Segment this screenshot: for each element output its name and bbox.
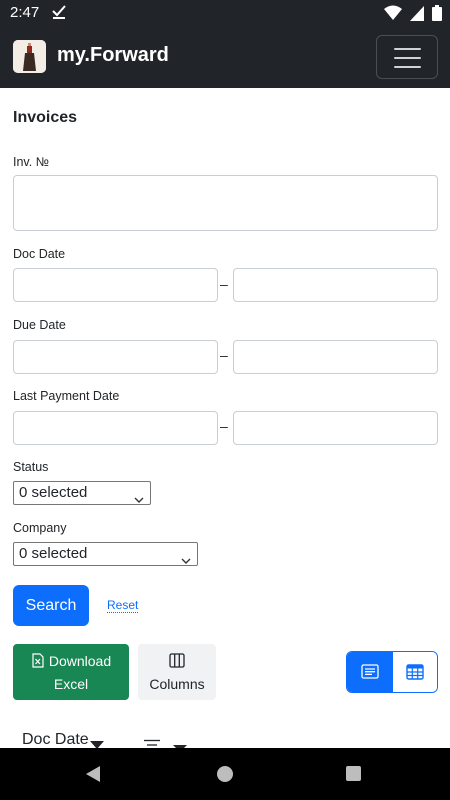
table-header-doc-date[interactable]: Doc Date: [22, 731, 89, 749]
download-excel-label-2: Excel: [53, 676, 89, 692]
status-time: 2:47: [10, 4, 40, 21]
page-title: Invoices: [13, 109, 78, 126]
columns-button[interactable]: Columns: [138, 644, 216, 700]
menu-toggle-button[interactable]: [376, 35, 438, 79]
last-payment-date-label: Last Payment Date: [13, 389, 120, 403]
chevron-down-icon: [181, 550, 191, 572]
company-select[interactable]: 0 selected: [13, 542, 198, 566]
status-bar: 2:47: [0, 0, 450, 28]
download-excel-button[interactable]: Download Excel: [13, 644, 129, 700]
company-select-value: 0 selected: [19, 545, 88, 562]
status-label: Status: [13, 460, 49, 474]
wifi-icon: [384, 5, 402, 25]
table-view-button[interactable]: [393, 652, 437, 692]
due-date-from-input[interactable]: [13, 340, 218, 374]
chevron-down-icon: [134, 489, 144, 511]
doc-date-label: Doc Date: [13, 247, 66, 261]
download-done-icon: [52, 4, 66, 24]
due-date-to-input[interactable]: [233, 340, 438, 374]
system-navigation-bar: [0, 748, 450, 800]
hamburger-line: [394, 57, 421, 59]
doc-date-to-input[interactable]: [233, 268, 438, 302]
download-excel-label: Download: [48, 653, 112, 669]
home-icon[interactable]: [217, 766, 233, 782]
last-payment-date-from-input[interactable]: [13, 411, 218, 445]
invoice-number-input[interactable]: [13, 175, 438, 231]
recent-apps-icon[interactable]: [346, 766, 361, 781]
doc-date-from-input[interactable]: [13, 268, 218, 302]
battery-icon: [432, 5, 442, 25]
columns-label: Columns: [149, 676, 205, 692]
cellular-signal-icon: [410, 5, 424, 25]
table-view-icon: [406, 664, 424, 684]
status-select-value: 0 selected: [19, 484, 88, 501]
columns-icon: [169, 653, 185, 671]
view-toggle-group: [346, 651, 438, 693]
list-view-icon: [361, 664, 379, 683]
range-separator: –: [220, 418, 228, 434]
reset-link[interactable]: Reset: [107, 598, 139, 613]
hamburger-menu-icon: [394, 48, 421, 50]
status-select[interactable]: 0 selected: [13, 481, 151, 505]
range-separator: –: [220, 276, 228, 292]
hamburger-line: [394, 66, 421, 68]
list-view-button[interactable]: [347, 652, 393, 692]
brand-logo[interactable]: [13, 40, 46, 73]
status-icons: [384, 5, 442, 25]
range-separator: –: [220, 347, 228, 363]
search-button[interactable]: Search: [13, 585, 89, 626]
navbar: my.Forward: [0, 28, 450, 88]
due-date-label: Due Date: [13, 318, 66, 332]
company-label: Company: [13, 521, 67, 535]
invoice-number-label: Inv. №: [13, 155, 50, 169]
back-icon[interactable]: [86, 766, 102, 786]
brand-name[interactable]: my.Forward: [57, 44, 169, 67]
last-payment-date-to-input[interactable]: [233, 411, 438, 445]
